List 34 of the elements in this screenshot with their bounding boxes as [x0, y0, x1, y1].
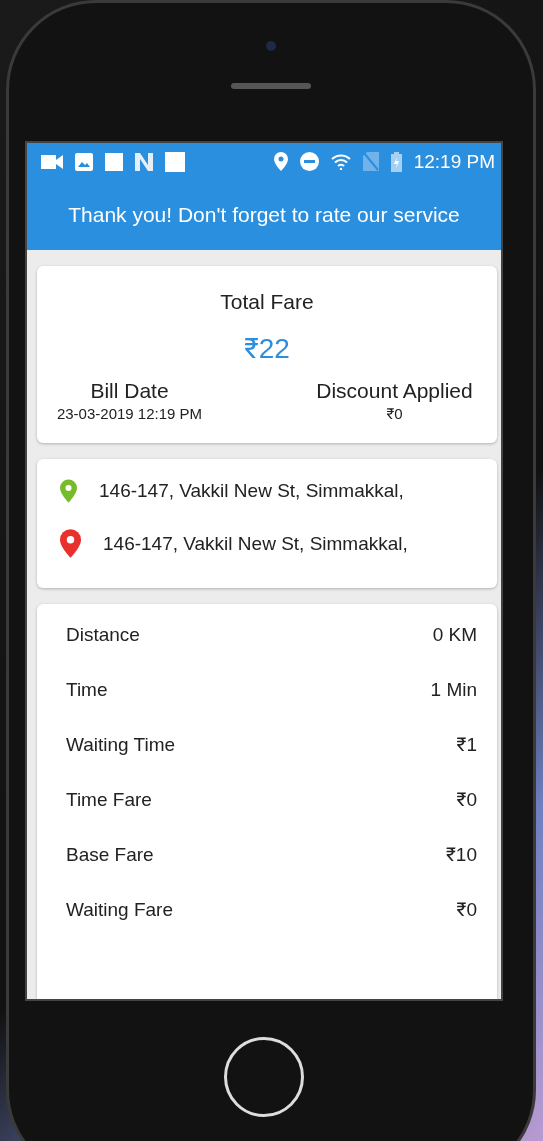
battery-charging-icon: [390, 151, 402, 172]
fare-item-label: Time: [66, 679, 108, 701]
bill-date-label: Bill Date: [90, 379, 169, 403]
location-pin-icon: [273, 152, 288, 171]
video-camera-icon: [41, 154, 63, 169]
square-icon: [105, 152, 123, 171]
app-bar-title: Thank you! Don't forget to rate our service: [68, 203, 460, 227]
fare-item-label: Time Fare: [66, 789, 152, 811]
wifi-icon: [330, 153, 351, 170]
fare-item-label: Distance: [66, 624, 140, 646]
total-fare-label: Total Fare: [220, 290, 314, 313]
fare-item-label: Base Fare: [66, 844, 154, 866]
front-camera: [266, 41, 276, 51]
n-logo-icon: [135, 152, 153, 171]
fare-item-value: 1 Min: [430, 679, 477, 701]
fare-item-value: ₹1: [456, 734, 477, 756]
square-icon: [165, 151, 185, 172]
home-button[interactable]: [224, 1037, 304, 1117]
fare-item-value: 0 KM: [432, 624, 477, 646]
total-fare-amount: ₹22: [244, 333, 290, 364]
fare-item-label: Waiting Time: [66, 734, 176, 756]
status-time: 12:19 PM: [413, 150, 495, 173]
discount-label: Discount Applied: [316, 379, 473, 403]
fare-item-value: ₹10: [446, 844, 477, 866]
discount-value: ₹0: [386, 405, 403, 423]
address-text: 146-147, Vakkil New St, Simmakkal,: [99, 480, 404, 502]
address-text: 146-147, Vakkil New St, Simmakkal,: [103, 532, 408, 555]
fare-item-value: ₹0: [456, 789, 477, 811]
bill-date-value: 23-03-2019 12:19 PM: [56, 405, 203, 422]
fare-item-label: Waiting Fare: [66, 899, 173, 921]
do-not-disturb-icon: [299, 152, 319, 171]
no-sim-icon: [362, 152, 379, 171]
image-icon: [75, 152, 93, 171]
fare-item-value: ₹0: [456, 899, 477, 921]
